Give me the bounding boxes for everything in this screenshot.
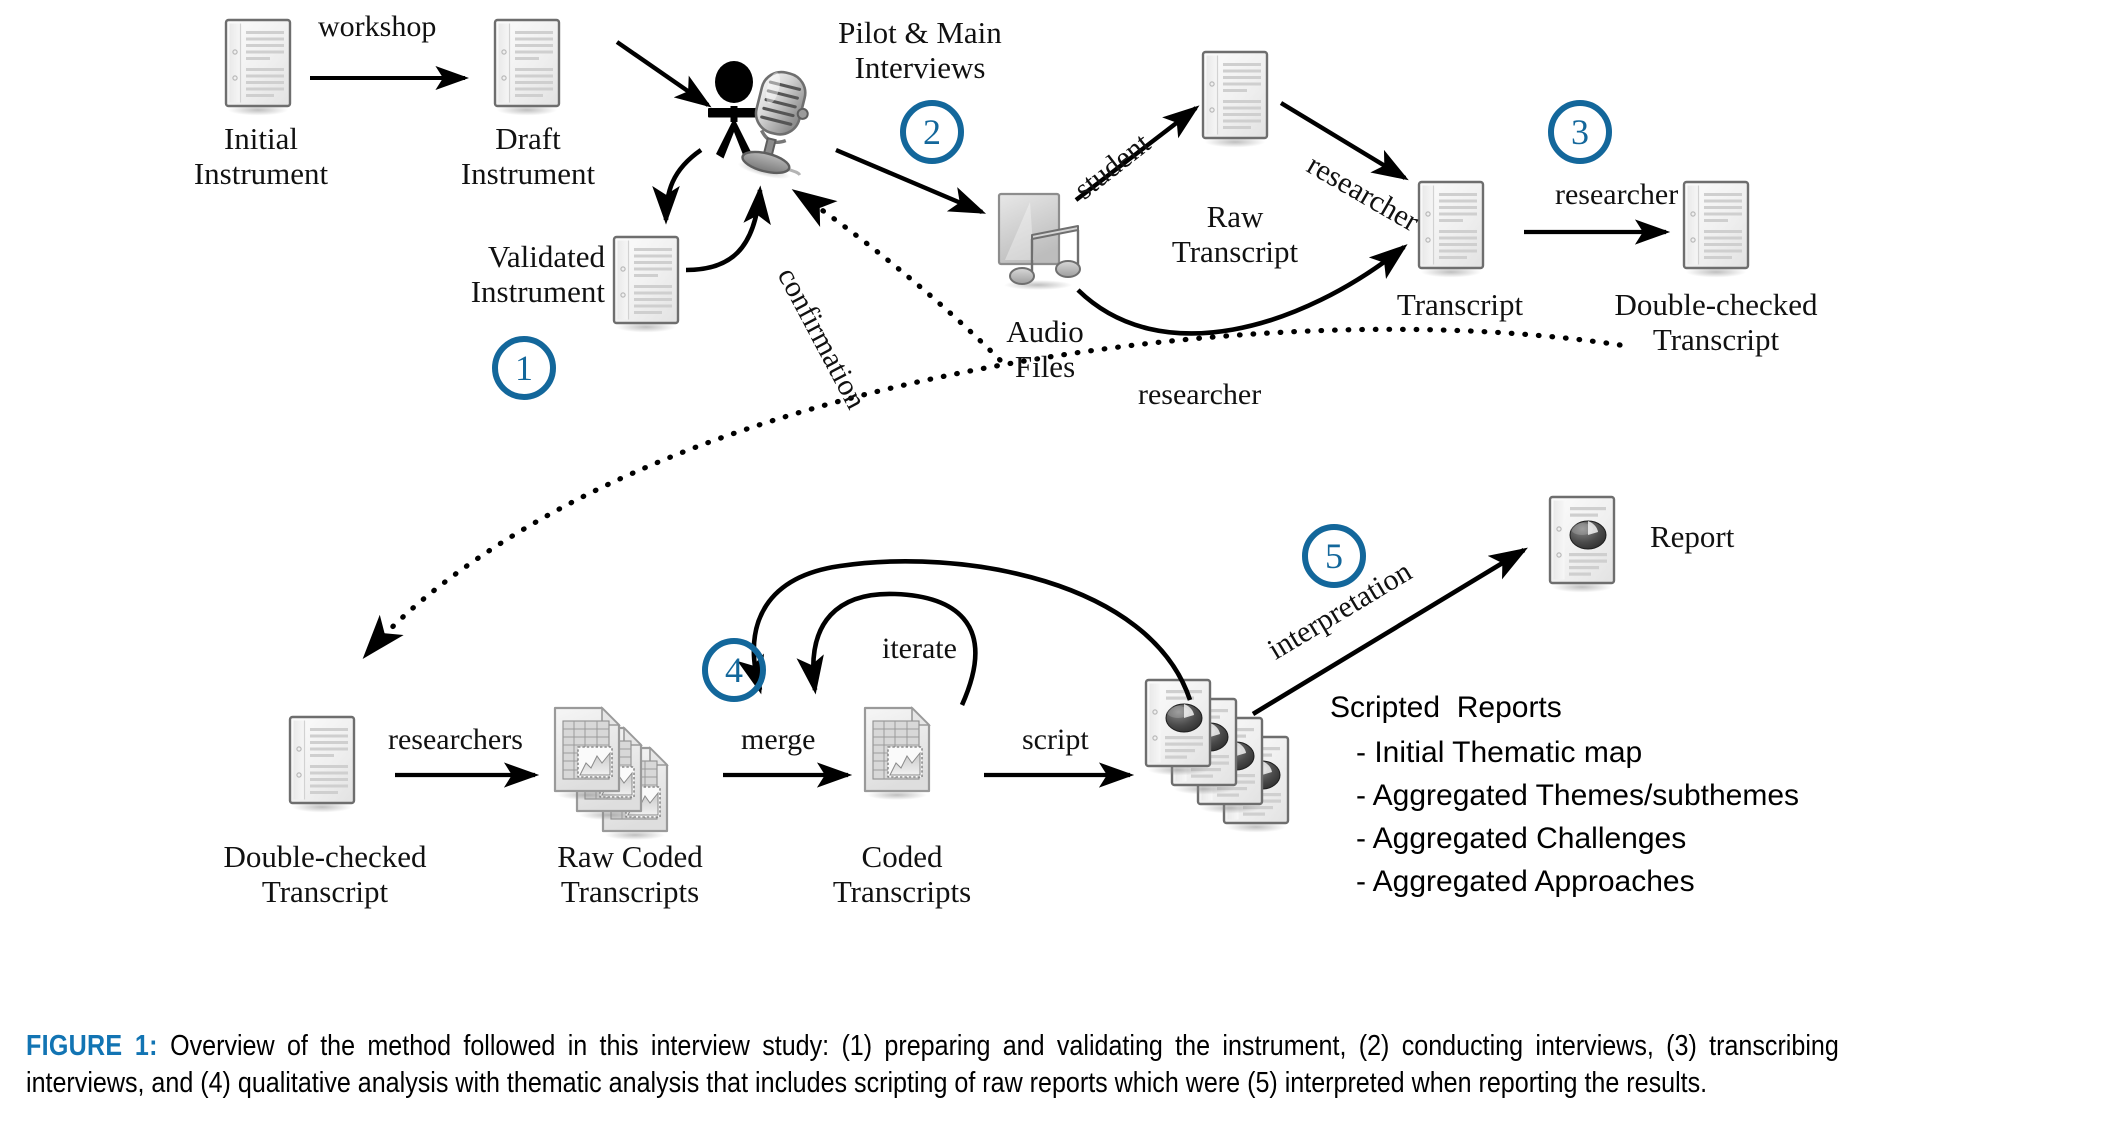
double-checked-transcript-bottom-label: Double-checked Transcript: [223, 839, 427, 909]
draft-instrument-icon: [493, 18, 561, 117]
step-badge-3: 3: [1548, 100, 1612, 164]
figure-caption-label: FIGURE 1:: [26, 1030, 158, 1062]
transcript-label: Transcript: [1396, 287, 1524, 322]
figure-caption-text: Overview of the method followed in this …: [26, 1030, 1839, 1100]
report-icon: [1548, 495, 1616, 594]
step-badge-2: 2: [900, 100, 964, 164]
draft-instrument-label: Draft Instrument: [460, 121, 596, 191]
scripted-reports-title: Scripted Reports: [1330, 691, 1562, 724]
report-stack-icon: [1144, 678, 1290, 834]
transcript-icon: [1417, 180, 1485, 279]
edge-researchers-label: researchers: [388, 723, 523, 756]
edge-draft-to-person-arrow: [615, 40, 712, 108]
raw-coded-transcripts-label: Raw Coded Transcripts: [557, 839, 703, 909]
person-microphone-icon: [706, 59, 825, 187]
edge-person-to-audio-arrow: [835, 147, 987, 215]
edge-researcher-doublecheck-label: researcher: [1555, 178, 1679, 211]
double-checked-transcript-top-label: Double-checked Transcript: [1614, 287, 1818, 357]
edge-validated-to-person-arrow: [685, 185, 771, 273]
edge-merge-label: merge: [741, 723, 816, 756]
validated-instrument-label: Validated Instrument: [470, 239, 605, 309]
step-badge-1: 1: [492, 336, 556, 400]
pilot-main-interviews-label: Pilot & Main Interviews: [838, 15, 1002, 85]
audio-file-icon: [997, 192, 1082, 292]
raw-transcript-label: Raw Transcript: [1171, 199, 1299, 269]
spreadsheet-stack-icon: [553, 706, 669, 842]
scripted-reports-item-3: - Aggregated Challenges: [1356, 822, 1687, 855]
step-badge-5: 5: [1302, 524, 1366, 588]
edge-person-to-validated-arrow: [652, 148, 703, 225]
raw-transcript-icon: [1201, 50, 1269, 149]
scripted-reports-item-1: - Initial Thematic map: [1356, 736, 1643, 769]
scripted-reports-item-4: - Aggregated Approaches: [1356, 865, 1695, 898]
edge-researcher-audio-label: researcher: [1138, 378, 1262, 411]
figure-caption: FIGURE 1: Overview of the method followe…: [26, 1028, 1839, 1102]
double-checked-transcript-top-icon: [1682, 180, 1750, 279]
report-label: Report: [1650, 519, 1735, 554]
initial-instrument-icon: [224, 18, 292, 117]
spreadsheet-icon: [863, 706, 931, 802]
coded-transcripts-label: Coded Transcripts: [832, 839, 972, 909]
figure-canvas: Initial Instrument Draft Instrument Valida…: [0, 0, 2109, 1136]
edge-script-label: script: [1022, 723, 1089, 756]
step-badge-4: 4: [702, 638, 766, 702]
scripted-reports-block: Scripted Reports - Initial Thematic map …: [1318, 688, 1799, 898]
edge-iterate-label: iterate: [882, 632, 957, 665]
audio-files-label: Audio Files: [1006, 314, 1084, 384]
edge-workshop-label: workshop: [318, 10, 437, 43]
double-checked-transcript-bottom-icon: [288, 715, 356, 814]
initial-instrument-label: Initial Instrument: [193, 121, 329, 191]
validated-instrument-icon: [612, 235, 680, 334]
scripted-reports-item-2: - Aggregated Themes/subthemes: [1356, 779, 1800, 812]
